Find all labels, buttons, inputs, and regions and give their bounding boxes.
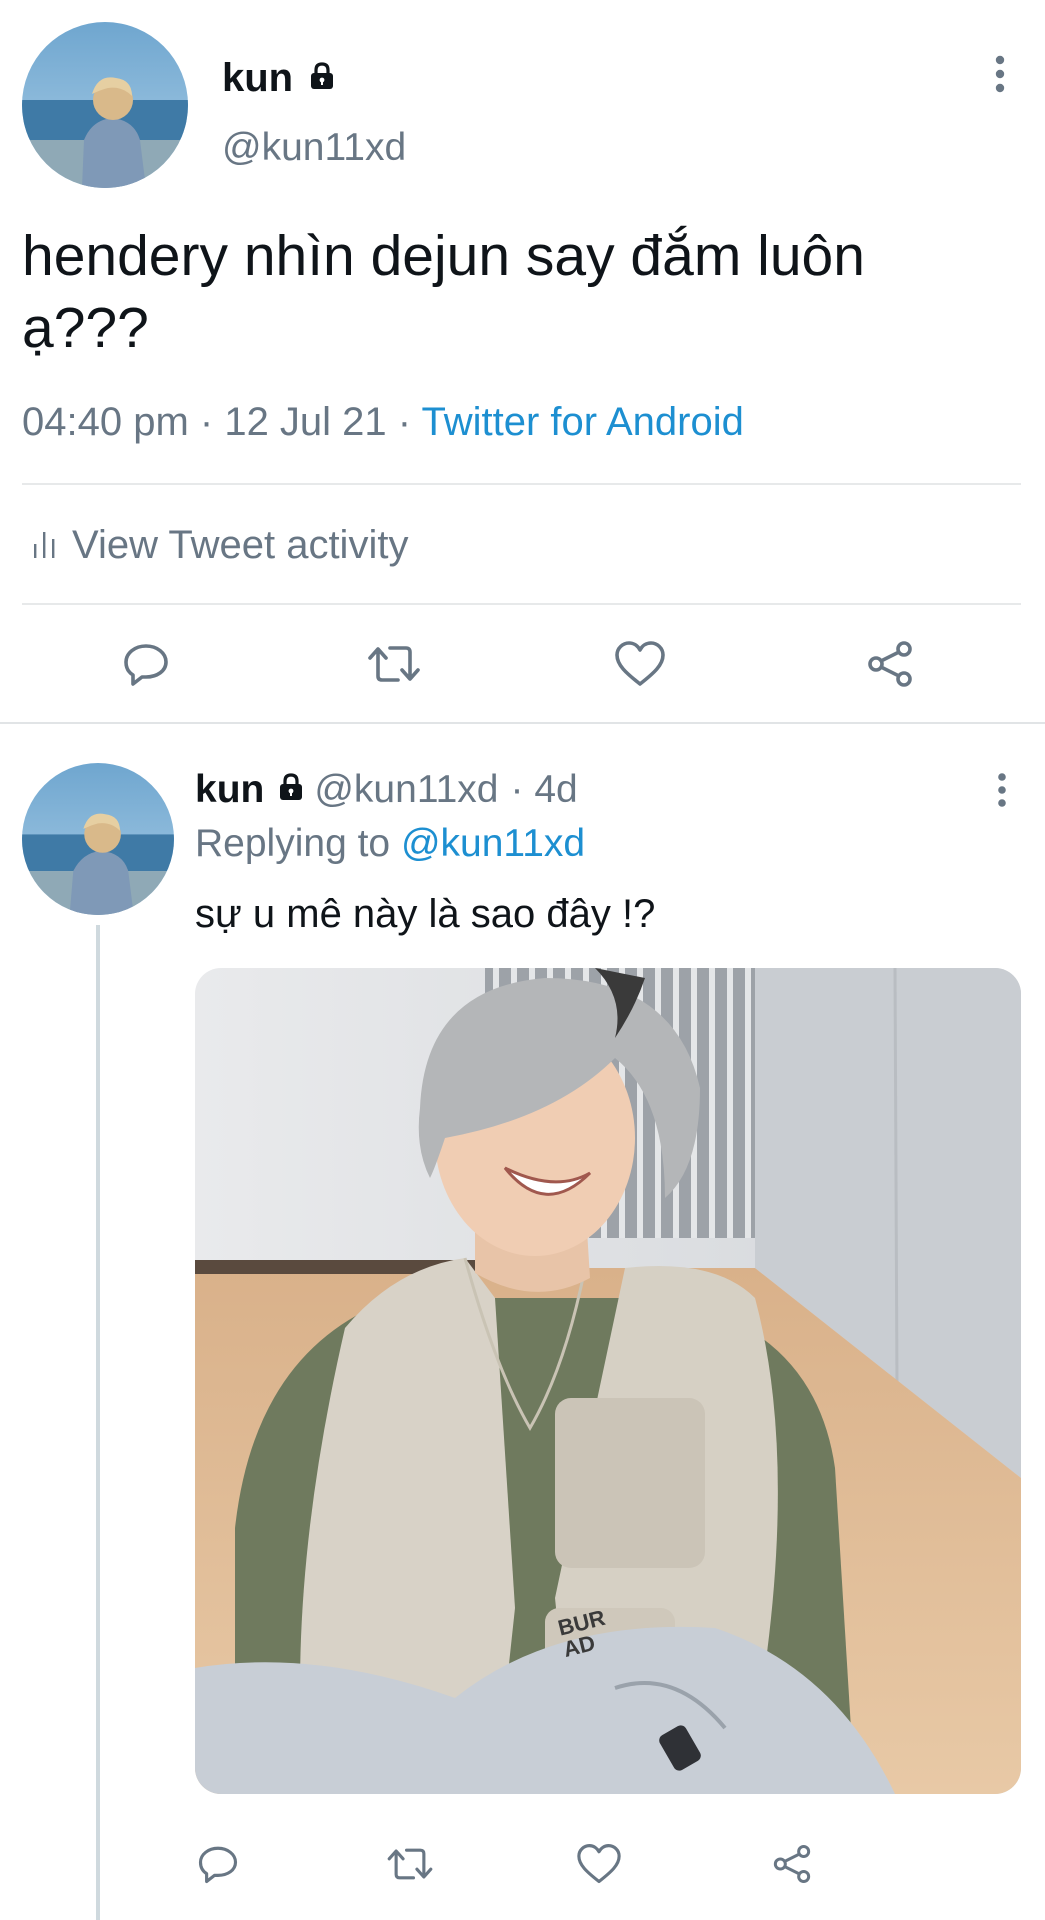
divider <box>22 603 1021 605</box>
reply-more-options-button[interactable] <box>984 768 1020 812</box>
divider <box>22 483 1021 485</box>
lock-icon <box>307 61 337 96</box>
reply-header: kun @kun11xd · 4d <box>195 762 578 818</box>
share-button[interactable] <box>862 636 918 692</box>
reply-media-image[interactable]: BUR AD <box>195 968 1021 1794</box>
meta-separator: · <box>188 400 225 444</box>
avatar[interactable] <box>22 22 188 188</box>
avatar-photo <box>22 763 174 915</box>
tweet-meta: 04:40 pm · 12 Jul 21 · Twitter for Andro… <box>22 400 744 445</box>
tweet-text: hendery nhìn dejun say đắm luôn ạ??? <box>22 220 1022 364</box>
share-icon <box>868 641 912 687</box>
reply-retweet-button[interactable] <box>382 1840 438 1888</box>
replying-to-prefix: Replying to <box>195 822 401 865</box>
share-icon <box>773 1845 811 1883</box>
view-tweet-activity-label: View Tweet activity <box>72 522 409 567</box>
tweet-time: 04:40 pm <box>22 400 189 444</box>
heart-icon <box>577 1844 621 1884</box>
display-name-row: kun <box>222 50 337 106</box>
like-button[interactable] <box>610 636 670 692</box>
display-name[interactable]: kun <box>222 56 293 101</box>
lock-icon <box>276 768 306 812</box>
reply-share-button[interactable] <box>768 1840 816 1888</box>
media-photo <box>195 968 1021 1794</box>
handle[interactable]: @kun11xd <box>222 126 406 170</box>
more-vertical-icon <box>998 773 1006 807</box>
meta-separator: · <box>386 400 422 444</box>
reply-text: sự u mê này là sao đây !? <box>195 892 656 936</box>
retweet-icon <box>387 1848 433 1880</box>
retweet-button[interactable] <box>362 636 426 692</box>
reply-avatar[interactable] <box>22 763 174 915</box>
more-options-button[interactable] <box>980 52 1020 96</box>
replying-to-handle-link[interactable]: @kun11xd <box>401 822 585 865</box>
bar-chart-icon <box>34 532 55 558</box>
more-vertical-icon <box>995 55 1005 93</box>
view-tweet-activity[interactable]: View Tweet activity <box>32 520 408 570</box>
reply-like-button[interactable] <box>574 1840 624 1888</box>
reply-display-name[interactable]: kun <box>195 768 264 812</box>
tweet-source-link[interactable]: Twitter for Android <box>422 400 744 444</box>
reply-button[interactable] <box>118 636 174 692</box>
tweet-date: 12 Jul 21 <box>224 400 387 444</box>
thread-line <box>96 925 100 1920</box>
avatar-photo <box>22 22 188 188</box>
section-divider <box>0 722 1045 724</box>
reply-age: · 4d <box>510 768 578 811</box>
retweet-icon <box>368 646 420 682</box>
reply-handle[interactable]: @kun11xd <box>314 768 498 812</box>
heart-icon <box>615 641 665 686</box>
tweet-text-line1: hendery nhìn dejun say đắm luôn <box>22 224 865 288</box>
reply-icon <box>198 1846 238 1884</box>
reply-reply-button[interactable] <box>194 1840 242 1888</box>
tweet-text-line2: ạ??? <box>22 296 149 360</box>
reply-icon <box>124 644 168 686</box>
replying-to: Replying to @kun11xd <box>195 822 585 866</box>
